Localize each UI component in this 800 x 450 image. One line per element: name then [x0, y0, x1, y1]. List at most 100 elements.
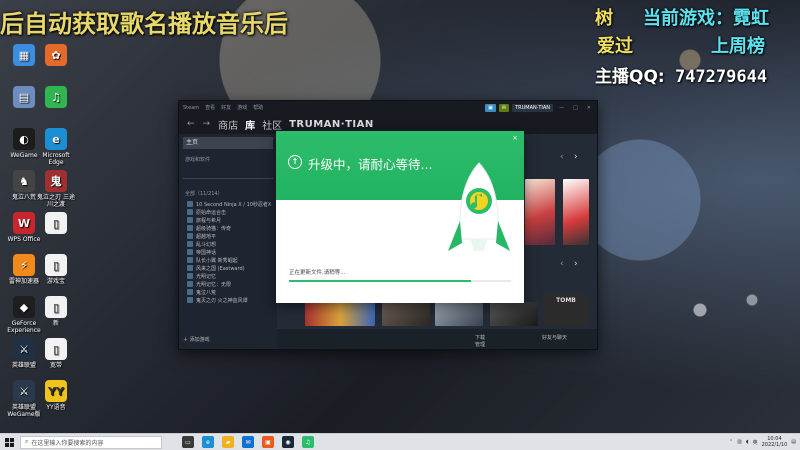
desktop-app-icon: ⚔: [13, 380, 35, 402]
close-icon[interactable]: ✕: [584, 104, 594, 112]
desktop-app-icon: YY: [45, 380, 67, 402]
steam-menu-games[interactable]: 游戏: [237, 104, 247, 111]
game-tile-tomb[interactable]: TOMB: [543, 294, 589, 326]
network-icon[interactable]: ▥: [737, 439, 742, 445]
qq-music-icon[interactable]: ♫: [302, 436, 314, 448]
task-view-icon[interactable]: ▭: [182, 436, 194, 448]
game-icon: [187, 209, 193, 215]
ime-indicator[interactable]: 英: [753, 439, 758, 446]
nav-username[interactable]: TRUMAN·TIAN: [289, 119, 374, 130]
desktop-icon[interactable]: e Microsoft Edge: [36, 128, 76, 166]
game-list-item[interactable]: 10 Second Ninja X / 10秒忍者X: [179, 200, 277, 208]
nav-library[interactable]: 库: [245, 117, 255, 132]
game-tile[interactable]: [563, 179, 589, 245]
steam-icon[interactable]: ◉: [282, 436, 294, 448]
desktop-app-icon: 鬼: [45, 170, 67, 192]
forward-arrow-icon[interactable]: →: [203, 119, 211, 129]
game-list-item[interactable]: 原始命运合击: [179, 208, 277, 216]
broadcast-icon[interactable]: ▣: [485, 103, 496, 112]
nav-store[interactable]: 商店: [218, 117, 238, 132]
steam-menu-help[interactable]: 帮助: [253, 104, 263, 111]
close-icon[interactable]: ×: [512, 134, 518, 142]
game-icon: [187, 273, 193, 279]
overlay-weekly-rank: 爱过 上周榜: [595, 32, 800, 58]
library-section-header[interactable]: 全部（11/214）: [179, 187, 277, 200]
library-home[interactable]: 主页: [183, 137, 273, 149]
game-list-item[interactable]: 风来之国 (Eastward): [179, 264, 277, 272]
game-list-item[interactable]: 光明记忆: [179, 272, 277, 280]
carousel-prev-icon[interactable]: ‹: [560, 259, 564, 269]
game-tile[interactable]: [305, 302, 375, 326]
library-search-input[interactable]: [183, 169, 273, 179]
desktop-icon[interactable]: ♫: [36, 86, 76, 110]
desktop-app-icon: W: [13, 212, 35, 234]
back-arrow-icon[interactable]: ←: [187, 119, 195, 129]
game-list-item[interactable]: 超越地平: [179, 232, 277, 240]
taskbar-search-input[interactable]: ⌕ 在这里输入你要搜索的内容: [20, 435, 162, 449]
maximize-icon[interactable]: □: [570, 104, 581, 112]
game-tile[interactable]: [525, 179, 555, 245]
game-title: 旅程与希月: [196, 217, 222, 224]
start-button[interactable]: [0, 434, 18, 450]
desktop-icon[interactable]: YY YY语音: [36, 380, 76, 411]
game-icon: [187, 233, 193, 239]
game-title: 光明记忆: [196, 273, 217, 280]
nav-community[interactable]: 社区: [262, 117, 282, 132]
desktop-icon[interactable]: ▯: [36, 212, 76, 236]
steam-menu-view[interactable]: 查看: [205, 104, 215, 111]
notification-icon[interactable]: ✉: [498, 103, 510, 112]
desktop-app-icon: ◐: [13, 128, 35, 150]
desktop-icon[interactable]: 鬼鬼泣之刃 三途川之渡: [36, 170, 76, 208]
game-tile[interactable]: [490, 302, 538, 326]
edge-icon[interactable]: e: [202, 436, 214, 448]
minimize-icon[interactable]: —: [556, 104, 567, 112]
taskbar-clock[interactable]: 10:04 2022/1/10: [762, 436, 788, 448]
volume-icon[interactable]: ◖: [746, 439, 749, 445]
game-list-item[interactable]: 帝国神话: [179, 248, 277, 256]
carousel-next-icon[interactable]: ›: [574, 152, 578, 162]
game-tile[interactable]: [382, 302, 430, 326]
update-status-text: 正在更新文件,请稍等...: [289, 270, 346, 276]
desktop-app-icon: ▦: [13, 44, 35, 66]
clock-date: 2022/1/10: [761, 442, 788, 448]
update-progress-fill: [289, 280, 472, 282]
desktop-icon[interactable]: ✿: [36, 44, 76, 68]
update-dialog: × ↑ 升级中，请耐心等待... 正在更新文件,请稍等...: [276, 131, 524, 303]
desktop-icon[interactable]: ▯ 宽带: [36, 338, 76, 369]
game-list-item[interactable]: 光明记忆：无限: [179, 280, 277, 288]
game-tile[interactable]: [435, 302, 483, 326]
game-list-item[interactable]: 鬼泣八荒: [179, 288, 277, 296]
desktop-icon[interactable]: ▯ 游戏宝: [36, 254, 76, 285]
file-explorer-icon[interactable]: ▰: [222, 436, 234, 448]
desktop-app-icon: ▯: [45, 212, 67, 234]
game-list-item[interactable]: 超级骑猫：传奇: [179, 224, 277, 232]
steam-user-menu[interactable]: TRUMAN·TIAN: [512, 103, 554, 112]
friends-chat-button[interactable]: 好友与聊天: [542, 334, 567, 341]
game-list-item[interactable]: 乱斗幻想: [179, 240, 277, 248]
downloads-sub: 管理: [475, 342, 486, 348]
library-filter[interactable]: 游戏和软件: [179, 152, 277, 167]
game-list-item[interactable]: 队长小翼 新秀崛起: [179, 256, 277, 264]
desktop-icon[interactable]: ▯ 新: [36, 296, 76, 327]
desktop-icon-label: Microsoft Edge: [42, 152, 70, 166]
steam-titlebar[interactable]: Steam 查看 好友 游戏 帮助 ▣ ✉ TRUMAN·TIAN — □ ✕: [179, 101, 597, 114]
tray-chevron-icon[interactable]: ⌃: [729, 439, 733, 445]
steam-menu-steam[interactable]: Steam: [183, 105, 199, 111]
app-icon[interactable]: ▣: [262, 436, 274, 448]
downloads-label: 下载: [475, 335, 486, 341]
downloads-button[interactable]: 下载 管理: [475, 334, 485, 348]
search-icon: ⌕: [25, 438, 29, 445]
desktop-icon-label: WPS Office: [7, 236, 41, 243]
library-sidebar: 主页 游戏和软件 全部（11/214） 10 Second Ninja X / …: [179, 134, 277, 349]
game-list-item[interactable]: 鬼灭之刃 火之神血风谭: [179, 296, 277, 304]
carousel-next-icon[interactable]: ›: [574, 259, 578, 269]
steam-menu-friends[interactable]: 好友: [221, 104, 231, 111]
mail-icon[interactable]: ✉: [242, 436, 254, 448]
desktop-icon-label: 新: [52, 320, 59, 327]
notification-center-icon[interactable]: ▤: [791, 439, 796, 445]
carousel-prev-icon[interactable]: ‹: [560, 152, 564, 162]
game-icon: [187, 201, 193, 207]
game-icon: [187, 257, 193, 263]
add-game-button[interactable]: ＋ 添加游戏: [183, 336, 210, 343]
game-list-item[interactable]: 旅程与希月: [179, 216, 277, 224]
